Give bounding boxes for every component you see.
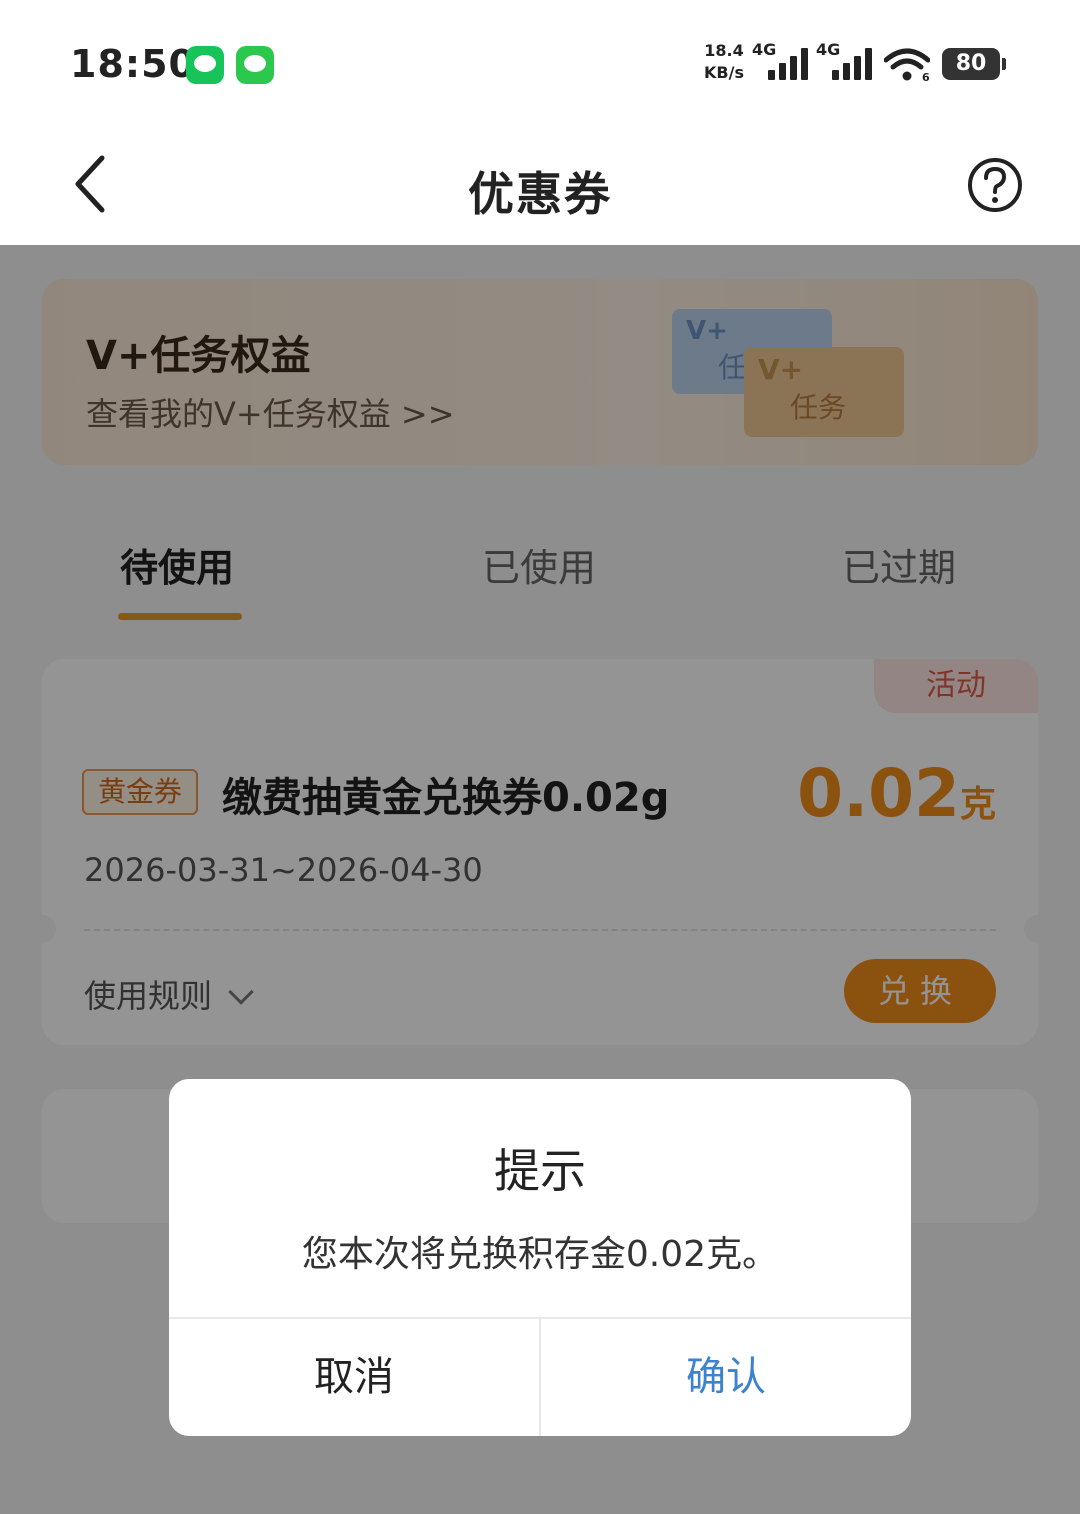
confirm-dialog: 提示 您本次将兑换积存金0.02克。 取消 确认	[169, 1079, 911, 1436]
wechat-icon	[186, 46, 224, 84]
question-circle-icon[interactable]	[966, 156, 1024, 214]
signal-icon	[832, 48, 874, 80]
confirm-button[interactable]: 确认	[541, 1319, 911, 1436]
dialog-message: 您本次将兑换积存金0.02克。	[301, 1234, 779, 1275]
status-bar: 18:50 18.4 KB/s 4G 4G 6 80	[0, 0, 1080, 130]
status-time: 18:50	[70, 42, 196, 86]
network-speed-unit: KB/s	[704, 63, 744, 82]
signal-icon	[768, 48, 810, 80]
messages-icon	[236, 46, 274, 84]
dialog-actions: 取消 确认	[169, 1317, 911, 1436]
battery-icon: 80	[942, 48, 1006, 80]
wifi-icon: 6	[883, 48, 931, 84]
page-title: 优惠券	[468, 167, 612, 221]
navbar: 优惠券	[0, 130, 1080, 245]
network-speed: 18.4 KB/s	[704, 40, 744, 84]
dialog-title: 提示	[494, 1144, 586, 1198]
wifi-label: 6	[922, 71, 930, 82]
cancel-button[interactable]: 取消	[169, 1319, 541, 1436]
network-speed-value: 18.4	[704, 41, 744, 60]
